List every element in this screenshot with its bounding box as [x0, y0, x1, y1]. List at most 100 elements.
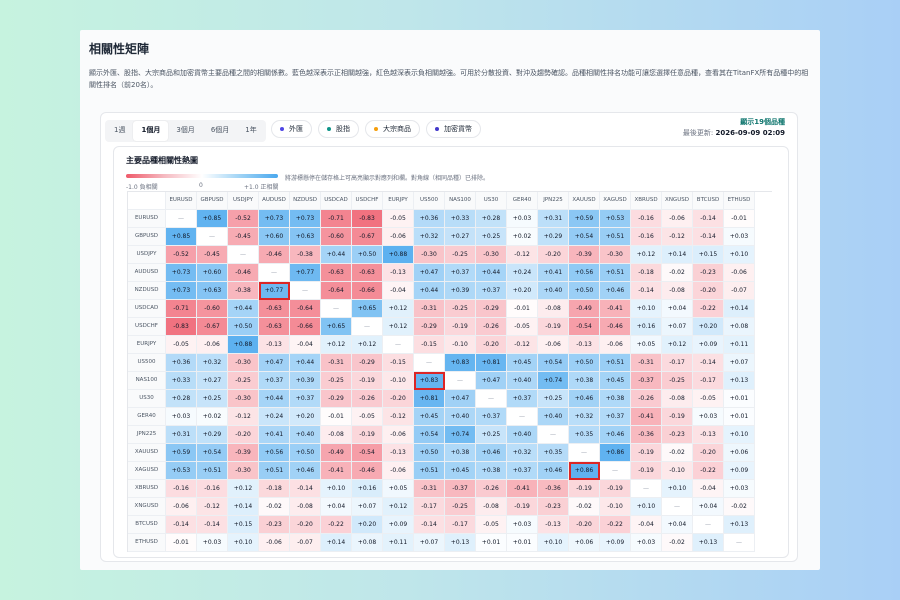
heatmap-cell-btcusd-xngusd[interactable]: +0.04 [662, 516, 693, 534]
heatmap-cell-xbrusd-ger40[interactable]: -0.41 [507, 480, 538, 498]
heatmap-cell-ethusd-xagusd[interactable]: +0.09 [600, 534, 631, 552]
heatmap-cell-xagusd-gbpusd[interactable]: +0.51 [197, 462, 228, 480]
heatmap-cell-eurjpy-xbrusd[interactable]: +0.05 [631, 336, 662, 354]
heatmap-cell-ger40-eurjpy[interactable]: -0.12 [383, 408, 414, 426]
heatmap-cell-usdchf-eurjpy[interactable]: +0.12 [383, 318, 414, 336]
heatmap-cell-us500-usdjpy[interactable]: -0.30 [228, 354, 259, 372]
heatmap-cell-ethusd-us30[interactable]: +0.01 [476, 534, 507, 552]
heatmap-cell-nas100-us500[interactable]: +0.83 [414, 372, 445, 390]
heatmap-cell-usdchf-eurusd[interactable]: -0.83 [166, 318, 197, 336]
heatmap-cell-xagusd-us500[interactable]: +0.51 [414, 462, 445, 480]
heatmap-cell-ethusd-xngusd[interactable]: -0.02 [662, 534, 693, 552]
heatmap-cell-us500-eurusd[interactable]: +0.36 [166, 354, 197, 372]
heatmap-cell-ethusd-ethusd[interactable]: — [724, 534, 755, 552]
heatmap-cell-usdjpy-eurjpy[interactable]: +0.88 [383, 246, 414, 264]
heatmap-cell-ger40-xauusd[interactable]: +0.32 [569, 408, 600, 426]
heatmap-cell-usdjpy-us500[interactable]: -0.30 [414, 246, 445, 264]
heatmap-cell-nzdusd-eurjpy[interactable]: -0.04 [383, 282, 414, 300]
heatmap-cell-gbpusd-nzdusd[interactable]: +0.63 [290, 228, 321, 246]
heatmap-cell-usdchf-us500[interactable]: -0.29 [414, 318, 445, 336]
heatmap-cell-xagusd-xbrusd[interactable]: -0.19 [631, 462, 662, 480]
heatmap-cell-nzdusd-usdjpy[interactable]: -0.38 [228, 282, 259, 300]
heatmap-cell-eurusd-xauusd[interactable]: +0.59 [569, 210, 600, 228]
heatmap-cell-audusd-eurjpy[interactable]: -0.13 [383, 264, 414, 282]
heatmap-cell-ger40-gbpusd[interactable]: +0.02 [197, 408, 228, 426]
heatmap-cell-ger40-jpn225[interactable]: +0.40 [538, 408, 569, 426]
heatmap-cell-jpn225-usdcad[interactable]: -0.08 [321, 426, 352, 444]
heatmap-cell-xbrusd-usdchf[interactable]: +0.16 [352, 480, 383, 498]
heatmap-cell-xauusd-nzdusd[interactable]: +0.50 [290, 444, 321, 462]
heatmap-cell-usdcad-us500[interactable]: -0.31 [414, 300, 445, 318]
heatmap-cell-xagusd-xagusd[interactable]: — [600, 462, 631, 480]
heatmap-cell-xbrusd-eurusd[interactable]: -0.16 [166, 480, 197, 498]
heatmap-cell-xagusd-audusd[interactable]: +0.51 [259, 462, 290, 480]
heatmap-cell-ger40-btcusd[interactable]: +0.03 [693, 408, 724, 426]
heatmap-cell-xngusd-gbpusd[interactable]: -0.12 [197, 498, 228, 516]
heatmap-cell-audusd-ger40[interactable]: +0.24 [507, 264, 538, 282]
heatmap-cell-eurusd-ethusd[interactable]: -0.01 [724, 210, 755, 228]
heatmap-cell-nzdusd-jpn225[interactable]: +0.40 [538, 282, 569, 300]
heatmap-cell-eurjpy-ger40[interactable]: -0.12 [507, 336, 538, 354]
heatmap-cell-audusd-usdjpy[interactable]: -0.46 [228, 264, 259, 282]
heatmap-cell-us500-usdchf[interactable]: -0.29 [352, 354, 383, 372]
heatmap-cell-usdcad-usdcad[interactable]: — [321, 300, 352, 318]
heatmap-cell-jpn225-eurjpy[interactable]: -0.06 [383, 426, 414, 444]
heatmap-cell-xbrusd-gbpusd[interactable]: -0.16 [197, 480, 228, 498]
heatmap-cell-xbrusd-usdjpy[interactable]: +0.12 [228, 480, 259, 498]
heatmap-cell-xbrusd-ethusd[interactable]: +0.03 [724, 480, 755, 498]
heatmap-cell-usdcad-nas100[interactable]: -0.25 [445, 300, 476, 318]
heatmap-cell-usdchf-gbpusd[interactable]: -0.67 [197, 318, 228, 336]
heatmap-cell-gbpusd-xauusd[interactable]: +0.54 [569, 228, 600, 246]
heatmap-cell-xbrusd-btcusd[interactable]: -0.04 [693, 480, 724, 498]
heatmap-cell-audusd-usdchf[interactable]: -0.63 [352, 264, 383, 282]
heatmap-cell-xauusd-xngusd[interactable]: -0.02 [662, 444, 693, 462]
heatmap-cell-eurjpy-usdjpy[interactable]: +0.88 [228, 336, 259, 354]
heatmap-cell-gbpusd-audusd[interactable]: +0.60 [259, 228, 290, 246]
heatmap-cell-xngusd-btcusd[interactable]: +0.04 [693, 498, 724, 516]
heatmap-cell-usdjpy-us30[interactable]: -0.30 [476, 246, 507, 264]
heatmap-cell-jpn225-xbrusd[interactable]: -0.36 [631, 426, 662, 444]
heatmap-cell-us500-ethusd[interactable]: +0.07 [724, 354, 755, 372]
heatmap-cell-usdjpy-eurusd[interactable]: -0.52 [166, 246, 197, 264]
heatmap-cell-nzdusd-btcusd[interactable]: -0.20 [693, 282, 724, 300]
heatmap-cell-usdcad-usdjpy[interactable]: +0.44 [228, 300, 259, 318]
heatmap-cell-usdchf-ger40[interactable]: -0.05 [507, 318, 538, 336]
heatmap-cell-us30-xagusd[interactable]: +0.38 [600, 390, 631, 408]
heatmap-cell-xngusd-audusd[interactable]: -0.02 [259, 498, 290, 516]
heatmap-cell-jpn225-xngusd[interactable]: -0.23 [662, 426, 693, 444]
filter-crypto[interactable]: 加密貨幣 [426, 120, 481, 138]
heatmap-cell-us500-nzdusd[interactable]: +0.44 [290, 354, 321, 372]
heatmap-cell-ethusd-btcusd[interactable]: +0.13 [693, 534, 724, 552]
heatmap-cell-audusd-nzdusd[interactable]: +0.77 [290, 264, 321, 282]
heatmap-cell-audusd-nas100[interactable]: +0.37 [445, 264, 476, 282]
heatmap-cell-btcusd-nas100[interactable]: -0.17 [445, 516, 476, 534]
heatmap-cell-eurusd-usdjpy[interactable]: -0.52 [228, 210, 259, 228]
heatmap-cell-jpn225-btcusd[interactable]: -0.13 [693, 426, 724, 444]
heatmap-cell-xauusd-eurjpy[interactable]: -0.13 [383, 444, 414, 462]
heatmap-cell-xauusd-us30[interactable]: +0.46 [476, 444, 507, 462]
heatmap-cell-btcusd-ger40[interactable]: +0.03 [507, 516, 538, 534]
heatmap-cell-nzdusd-xagusd[interactable]: +0.46 [600, 282, 631, 300]
heatmap-cell-ger40-usdcad[interactable]: -0.01 [321, 408, 352, 426]
heatmap-cell-us30-eurusd[interactable]: +0.28 [166, 390, 197, 408]
period-1m[interactable]: 1個月 [133, 121, 169, 141]
heatmap-cell-btcusd-xbrusd[interactable]: -0.04 [631, 516, 662, 534]
heatmap-cell-usdcad-xagusd[interactable]: -0.41 [600, 300, 631, 318]
heatmap-cell-us500-us30[interactable]: +0.81 [476, 354, 507, 372]
heatmap-cell-us30-gbpusd[interactable]: +0.25 [197, 390, 228, 408]
heatmap-cell-usdchf-usdcad[interactable]: +0.65 [321, 318, 352, 336]
heatmap-cell-audusd-xngusd[interactable]: -0.02 [662, 264, 693, 282]
heatmap-cell-nzdusd-nzdusd[interactable]: — [290, 282, 321, 300]
heatmap-cell-xngusd-nzdusd[interactable]: -0.08 [290, 498, 321, 516]
heatmap-cell-nzdusd-xngusd[interactable]: -0.08 [662, 282, 693, 300]
heatmap-cell-usdjpy-usdchf[interactable]: +0.50 [352, 246, 383, 264]
heatmap-cell-eurjpy-us500[interactable]: -0.15 [414, 336, 445, 354]
heatmap-cell-audusd-eurusd[interactable]: +0.73 [166, 264, 197, 282]
heatmap-cell-xbrusd-xagusd[interactable]: -0.19 [600, 480, 631, 498]
heatmap-cell-eurjpy-nzdusd[interactable]: -0.04 [290, 336, 321, 354]
heatmap-cell-us30-ethusd[interactable]: +0.01 [724, 390, 755, 408]
heatmap-cell-xngusd-eurusd[interactable]: -0.06 [166, 498, 197, 516]
heatmap-cell-us500-xagusd[interactable]: +0.51 [600, 354, 631, 372]
heatmap-cell-usdjpy-xauusd[interactable]: -0.39 [569, 246, 600, 264]
heatmap-cell-eurusd-usdcad[interactable]: -0.71 [321, 210, 352, 228]
